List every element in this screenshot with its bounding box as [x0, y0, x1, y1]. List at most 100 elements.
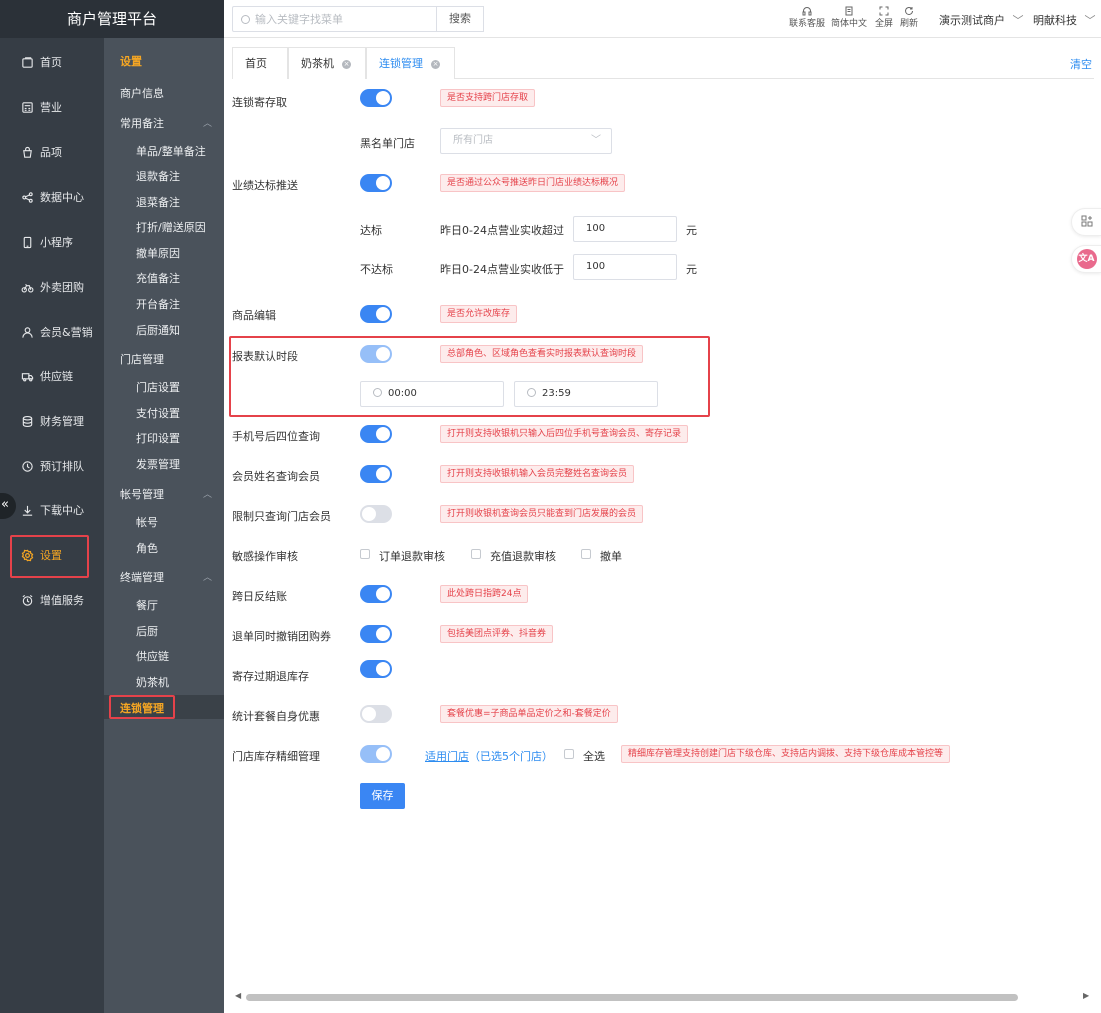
blacklist-store-select[interactable]: 所有门店 ﹀	[440, 128, 612, 154]
report-start-time-input[interactable]: 00:00	[360, 381, 504, 407]
nav-items[interactable]: 品项	[0, 132, 104, 172]
menu-search-input[interactable]: 输入关键字找菜单	[232, 6, 437, 32]
nav-business[interactable]: 营业	[0, 87, 104, 127]
unreach-amount-input[interactable]: 100	[573, 254, 677, 280]
nav-member-marketing[interactable]: 会员&营销	[0, 312, 104, 352]
applicable-stores-link[interactable]: 适用门店（已选5个门店）	[425, 748, 553, 764]
sub-item-store-3[interactable]: 打印设置	[136, 430, 180, 446]
expire-return-toggle[interactable]	[360, 660, 392, 678]
phone-last4-toggle[interactable]	[360, 425, 392, 443]
sub-item-note-5[interactable]: 撤单原因	[136, 245, 180, 261]
nav-download-center[interactable]: 下载中心	[0, 490, 104, 530]
app-grid-icon	[1081, 215, 1093, 230]
cross-day-toggle[interactable]	[360, 585, 392, 603]
sub-item-account-1[interactable]: 帐号	[136, 514, 158, 530]
close-icon[interactable]: ×	[431, 59, 440, 69]
sub-item-terminal-2[interactable]: 后厨	[136, 623, 158, 639]
nav-takeout[interactable]: 外卖团购	[0, 267, 104, 307]
fullscreen-button[interactable]: 全屏	[875, 6, 893, 30]
sub-item-note-3[interactable]: 退菜备注	[136, 194, 180, 210]
nav-home[interactable]: 首页	[0, 42, 104, 82]
select-all-label: 全选	[583, 750, 605, 763]
tab-chain-management[interactable]: 连锁管理 ×	[366, 47, 455, 79]
sub-item-terminal-3[interactable]: 供应链	[136, 648, 169, 664]
sub-item-store-4[interactable]: 发票管理	[136, 456, 180, 472]
tab-tea-machine[interactable]: 奶茶机 ×	[288, 47, 366, 79]
app-grid-button[interactable]	[1071, 208, 1101, 236]
search-button[interactable]: 搜索	[436, 6, 484, 32]
company-dropdown[interactable]: 明献科技 ﹀	[1033, 12, 1096, 28]
group-common-notes[interactable]: 常用备注	[120, 115, 164, 131]
nav-value-added[interactable]: 增值服务	[0, 580, 104, 620]
chevron-up-icon[interactable]: ︿	[203, 487, 212, 500]
double-chevron-left-icon: «	[1, 497, 9, 512]
nav-takeout-label: 外卖团购	[40, 281, 84, 294]
cancel-order-audit-checkbox[interactable]	[581, 549, 591, 559]
sub-item-terminal-4[interactable]: 奶茶机	[136, 674, 169, 690]
store-member-only-toggle[interactable]	[360, 505, 392, 523]
clock-icon	[20, 459, 34, 473]
group-terminal-management[interactable]: 终端管理	[120, 569, 164, 585]
nav-supply-chain[interactable]: 供应链	[0, 356, 104, 396]
expire-return-label: 寄存过期退库存	[232, 670, 309, 683]
sub-item-terminal-1[interactable]: 餐厅	[136, 597, 158, 613]
sub-item-note-2[interactable]: 退款备注	[136, 168, 180, 184]
truck-icon	[20, 369, 34, 383]
scroll-right-icon[interactable]: ▶	[1083, 991, 1089, 1000]
sub-merchant-info[interactable]: 商户信息	[120, 85, 164, 101]
inventory-fine-toggle[interactable]	[360, 745, 392, 763]
scrollbar-thumb[interactable]	[246, 994, 1018, 1001]
merchant-dropdown[interactable]: 演示测试商户 ﹀	[939, 12, 1024, 28]
brand-title: 商户管理平台	[0, 0, 224, 38]
sub-item-note-1[interactable]: 单品/整单备注	[136, 143, 206, 159]
chain-deposit-toggle[interactable]	[360, 89, 392, 107]
package-discount-toggle[interactable]	[360, 705, 392, 723]
reach-label: 达标	[360, 224, 382, 237]
sub-item-store-2[interactable]: 支付设置	[136, 405, 180, 421]
item-edit-tip: 是否允许改库存	[440, 305, 518, 323]
save-button[interactable]: 保存	[360, 783, 405, 809]
nav-data-center[interactable]: 数据中心	[0, 177, 104, 217]
search-placeholder: 输入关键字找菜单	[255, 13, 343, 26]
horizontal-scrollbar[interactable]: ◀ ▶	[232, 990, 1094, 1004]
order-refund-audit-checkbox[interactable]	[360, 549, 370, 559]
close-icon[interactable]: ×	[342, 59, 351, 69]
reach-unit: 元	[686, 224, 697, 237]
nav-reservation-label: 预订排队	[40, 460, 84, 473]
contact-support-button[interactable]: 联系客服	[789, 6, 825, 30]
calculator-icon	[20, 100, 34, 114]
nav-finance[interactable]: 财务管理	[0, 401, 104, 441]
member-name-toggle[interactable]	[360, 465, 392, 483]
reach-amount-input[interactable]: 100	[573, 216, 677, 242]
sub-item-note-4[interactable]: 打折/赠送原因	[136, 219, 206, 235]
clear-tabs-button[interactable]: 清空	[1070, 56, 1092, 72]
report-period-toggle[interactable]	[360, 345, 392, 363]
perf-push-toggle[interactable]	[360, 174, 392, 192]
sub-item-note-8[interactable]: 后厨通知	[136, 322, 180, 338]
nav-reservation[interactable]: 预订排队	[0, 446, 104, 486]
secondary-sidebar: 设置 商户信息 常用备注 ︿ 单品/整单备注 退款备注 退菜备注 打折/赠送原因…	[104, 38, 224, 1013]
tab-home[interactable]: 首页	[232, 47, 288, 79]
select-all-checkbox[interactable]	[564, 749, 574, 759]
report-end-time-input[interactable]: 23:59	[514, 381, 658, 407]
phone-last4-tip: 打开则支持收银机只输入后四位手机号查询会员、寄存记录	[440, 425, 689, 443]
refresh-button[interactable]: 刷新	[900, 6, 918, 30]
item-edit-toggle[interactable]	[360, 305, 392, 323]
sub-item-store-1[interactable]: 门店设置	[136, 379, 180, 395]
clock-icon	[373, 387, 382, 397]
applicable-stores-count: （已选5个门店）	[469, 750, 553, 763]
recharge-refund-audit-checkbox[interactable]	[471, 549, 481, 559]
language-button[interactable]: 简体中文	[831, 6, 867, 30]
group-account-management[interactable]: 帐号管理	[120, 486, 164, 502]
nav-home-label: 首页	[40, 56, 62, 69]
refund-cancel-toggle[interactable]	[360, 625, 392, 643]
sub-item-account-2[interactable]: 角色	[136, 540, 158, 556]
chevron-up-icon[interactable]: ︿	[203, 570, 212, 583]
translate-button[interactable]: 文A	[1071, 245, 1101, 273]
group-store-management[interactable]: 门店管理	[120, 351, 164, 367]
scroll-left-icon[interactable]: ◀	[235, 991, 241, 1000]
nav-mini-program[interactable]: 小程序	[0, 222, 104, 262]
chevron-up-icon[interactable]: ︿	[203, 116, 212, 129]
sub-item-note-6[interactable]: 充值备注	[136, 270, 180, 286]
sub-item-note-7[interactable]: 开台备注	[136, 296, 180, 312]
